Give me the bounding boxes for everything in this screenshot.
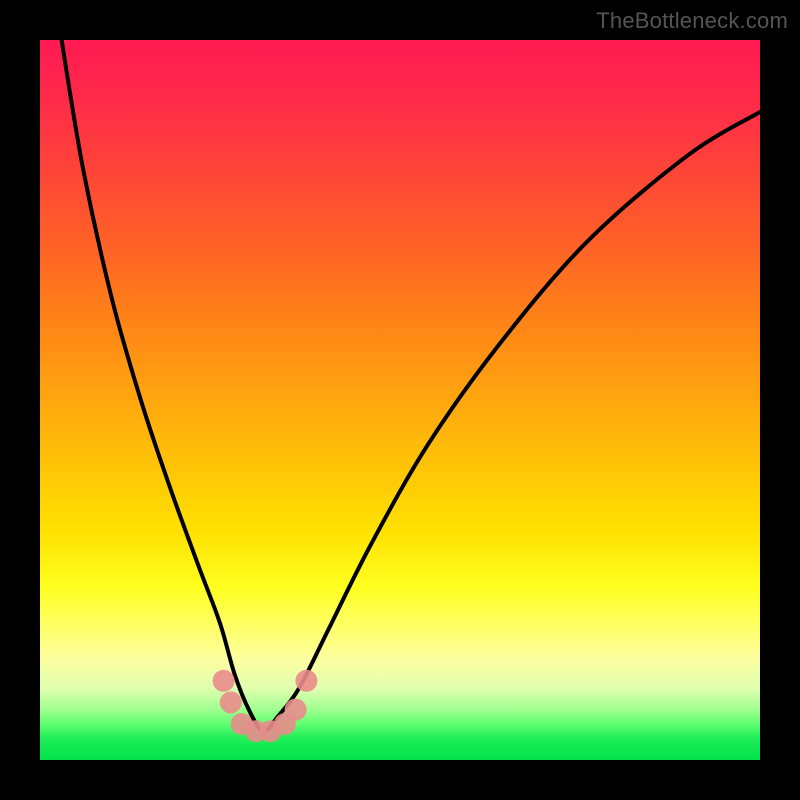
chart-svg [40, 40, 760, 760]
valley-point-dot [220, 691, 242, 713]
curve-line [62, 40, 760, 731]
bottleneck-curve [62, 40, 760, 731]
watermark-text: TheBottleneck.com [596, 8, 788, 34]
valley-point-dot [285, 699, 307, 721]
chart-container: TheBottleneck.com [0, 0, 800, 800]
valley-point-dot [295, 670, 317, 692]
plot-area [40, 40, 760, 760]
valley-points [213, 670, 318, 742]
valley-point-dot [213, 670, 235, 692]
